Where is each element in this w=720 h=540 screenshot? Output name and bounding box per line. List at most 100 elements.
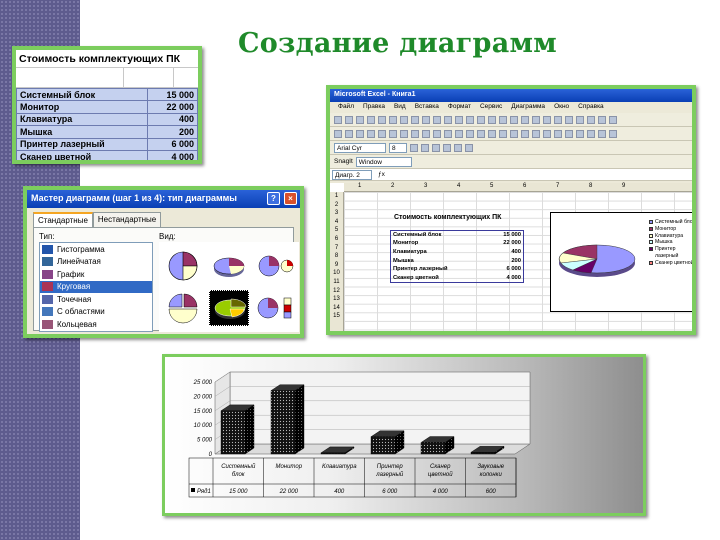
column-header[interactable]: 6 — [523, 183, 526, 189]
column-header[interactable]: 9 — [622, 183, 625, 189]
toolbar-button-icon[interactable] — [499, 115, 507, 124]
toolbar-button-icon[interactable] — [444, 115, 452, 124]
toolbar-button-icon[interactable] — [466, 129, 474, 138]
toolbar-button-icon[interactable] — [543, 129, 551, 138]
toolbar-button-icon[interactable] — [334, 129, 342, 138]
subtype-pie[interactable] — [163, 248, 203, 284]
toolbar-button-icon[interactable] — [389, 115, 397, 124]
row-header[interactable]: 5 — [330, 227, 343, 233]
sheet-cell-name[interactable]: Принтер лазерный — [391, 265, 488, 274]
toolbar-button-icon[interactable] — [433, 115, 441, 124]
toolbar-button-icon[interactable] — [422, 115, 430, 124]
sheet-cell-value[interactable]: 6 000 — [487, 265, 523, 274]
toolbar-button-icon[interactable] — [488, 129, 496, 138]
toolbar-button-icon[interactable] — [356, 115, 364, 124]
toolbar-button-icon[interactable] — [521, 115, 529, 124]
sheet-cell-name[interactable]: Мышка — [391, 256, 488, 265]
sheet-row[interactable]: Монитор 22 000 — [391, 239, 524, 248]
sheet-row[interactable]: Принтер лазерный 6 000 — [391, 265, 524, 274]
cell-area[interactable]: Стоимость комплектующих ПК Системный бло… — [344, 192, 692, 331]
row-header[interactable]: 2 — [330, 202, 343, 208]
sheet-data-table[interactable]: Системный блок 15 000 Монитор 22 000 Клавиат… — [390, 230, 524, 283]
subtype-exploded-pie-3d[interactable] — [209, 290, 249, 326]
toolbar-button-icon[interactable] — [389, 129, 397, 138]
row-header[interactable]: 4 — [330, 219, 343, 225]
row-header[interactable]: 3 — [330, 210, 343, 216]
chart-type-item[interactable]: Лепестковая — [40, 331, 152, 332]
chart-type-list[interactable]: Гистограмма Линейчатая График Круговая Точеч… — [39, 242, 153, 332]
toolbar-button-icon[interactable] — [433, 129, 441, 138]
toolbar-button-icon[interactable] — [444, 129, 452, 138]
column-header[interactable]: 1 — [358, 183, 361, 189]
chart-subtype-grid[interactable] — [159, 242, 299, 332]
row-header[interactable]: 7 — [330, 245, 343, 251]
row-header[interactable]: 1 — [330, 193, 343, 199]
toolbar-button-icon[interactable] — [334, 115, 342, 124]
snagit-label[interactable]: SnagIt — [334, 158, 353, 165]
align-left-icon[interactable] — [443, 143, 451, 152]
toolbar-button-icon[interactable] — [554, 115, 562, 124]
subtype-pie-3d[interactable] — [209, 248, 249, 284]
sheet-cell-value[interactable]: 4 000 — [487, 273, 523, 282]
chart-type-item[interactable]: С областями — [40, 306, 152, 319]
menu-item[interactable]: Формат — [448, 103, 471, 112]
toolbar-button-icon[interactable] — [499, 129, 507, 138]
subtype-pie-of-pie[interactable] — [255, 248, 295, 284]
toolbar-button-icon[interactable] — [400, 129, 408, 138]
toolbar-button-icon[interactable] — [345, 129, 353, 138]
name-box[interactable]: Диагр. 2 — [332, 169, 372, 180]
sheet-cell-value[interactable]: 22 000 — [487, 239, 523, 248]
column-header[interactable]: 3 — [424, 183, 427, 189]
sheet-cell-name[interactable]: Монитор — [391, 239, 488, 248]
toolbar-button-icon[interactable] — [565, 129, 573, 138]
chart-type-item[interactable]: Круговая — [40, 280, 152, 293]
menu-item[interactable]: Вид — [394, 103, 406, 112]
toolbar-button-icon[interactable] — [367, 129, 375, 138]
toolbar-button-icon[interactable] — [532, 129, 540, 138]
font-name-field[interactable]: Arial Cyr — [334, 142, 386, 153]
toolbar-button-icon[interactable] — [543, 115, 551, 124]
column-header[interactable]: 2 — [391, 183, 394, 189]
sheet-cell-name[interactable]: Системный блок — [391, 231, 488, 240]
sheet-cell-name[interactable]: Клавиатура — [391, 248, 488, 257]
row-header[interactable]: 13 — [330, 296, 343, 302]
close-icon[interactable]: × — [284, 192, 297, 205]
chart-type-item[interactable]: Линейчатая — [40, 256, 152, 269]
column-header[interactable]: 5 — [490, 183, 493, 189]
toolbar-button-icon[interactable] — [466, 115, 474, 124]
font-size-field[interactable]: 8 — [389, 142, 407, 153]
toolbar-button-icon[interactable] — [378, 115, 386, 124]
toolbar-button-icon[interactable] — [411, 115, 419, 124]
row-header[interactable]: 14 — [330, 305, 343, 311]
toolbar-button-icon[interactable] — [510, 115, 518, 124]
sheet-row[interactable]: Мышка 200 — [391, 256, 524, 265]
toolbar-button-icon[interactable] — [576, 129, 584, 138]
toolbar-button-icon[interactable] — [587, 129, 595, 138]
row-header[interactable]: 8 — [330, 253, 343, 259]
italic-icon[interactable] — [421, 143, 429, 152]
toolbar-button-icon[interactable] — [587, 115, 595, 124]
toolbar-button-icon[interactable] — [521, 129, 529, 138]
toolbar-button-icon[interactable] — [477, 115, 485, 124]
sheet-cell-name[interactable]: Сканер цветной — [391, 273, 488, 282]
align-right-icon[interactable] — [465, 143, 473, 152]
menu-item[interactable]: Окно — [554, 103, 569, 112]
row-header[interactable]: 6 — [330, 236, 343, 242]
menu-item[interactable]: Справка — [578, 103, 604, 112]
toolbar-button-icon[interactable] — [455, 129, 463, 138]
column-header[interactable]: 8 — [589, 183, 592, 189]
toolbar-button-icon[interactable] — [400, 115, 408, 124]
toolbar-button-icon[interactable] — [378, 129, 386, 138]
menu-item[interactable]: Файл — [338, 103, 354, 112]
toolbar-button-icon[interactable] — [598, 129, 606, 138]
sheet-cell-value[interactable]: 400 — [487, 248, 523, 257]
toolbar-button-icon[interactable] — [455, 115, 463, 124]
sheet-cell-value[interactable]: 15 000 — [487, 231, 523, 240]
row-header[interactable]: 9 — [330, 262, 343, 268]
menu-item[interactable]: Вставка — [415, 103, 439, 112]
sheet-row[interactable]: Сканер цветной 4 000 — [391, 273, 524, 282]
toolbar-button-icon[interactable] — [345, 115, 353, 124]
sheet-row[interactable]: Клавиатура 400 — [391, 248, 524, 257]
toolbar-button-icon[interactable] — [565, 115, 573, 124]
tab-standard[interactable]: Стандартные — [33, 212, 93, 227]
